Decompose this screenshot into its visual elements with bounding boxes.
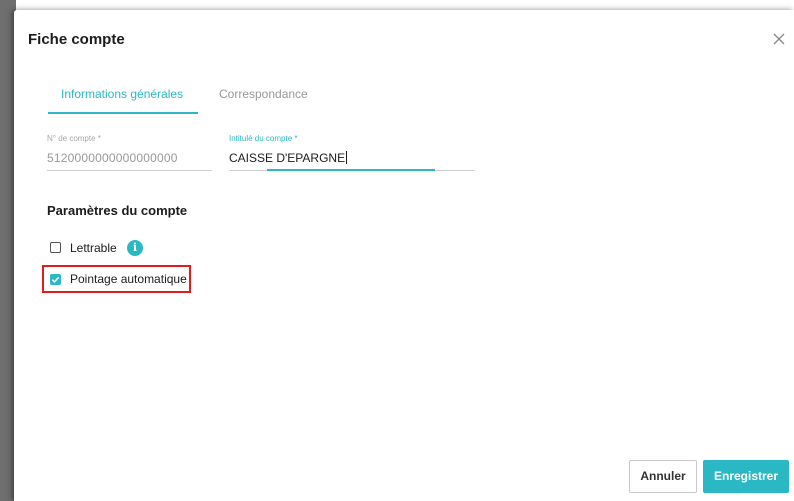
lettrable-label[interactable]: Lettrable bbox=[70, 241, 117, 255]
account-number-label: N° de compte * bbox=[47, 134, 101, 143]
highlight-box bbox=[42, 265, 191, 293]
account-title-field[interactable]: CAISSE D'EPARGNE bbox=[229, 151, 348, 165]
tab-correspondance[interactable]: Correspondance bbox=[219, 87, 308, 101]
text-caret bbox=[346, 151, 348, 164]
close-icon[interactable] bbox=[770, 30, 788, 48]
dialog-title: Fiche compte bbox=[28, 31, 125, 48]
cancel-button[interactable]: Annuler bbox=[629, 460, 697, 493]
account-title-focus-underline bbox=[267, 169, 435, 171]
save-button[interactable]: Enregistrer bbox=[703, 460, 789, 493]
account-dialog: Fiche compte Informations générales Corr… bbox=[14, 10, 794, 501]
settings-section-title: Paramètres du compte bbox=[47, 203, 188, 218]
info-icon[interactable]: i bbox=[127, 240, 143, 256]
lettrable-checkbox[interactable] bbox=[50, 242, 61, 253]
account-number-underline bbox=[47, 170, 212, 171]
account-title-value: CAISSE D'EPARGNE bbox=[229, 151, 346, 165]
tab-informations-generales[interactable]: Informations générales bbox=[61, 87, 183, 101]
account-number-field: 5120000000000000000 bbox=[47, 151, 178, 165]
active-tab-indicator bbox=[48, 112, 198, 114]
account-title-label: Intitulé du compte * bbox=[229, 134, 298, 143]
